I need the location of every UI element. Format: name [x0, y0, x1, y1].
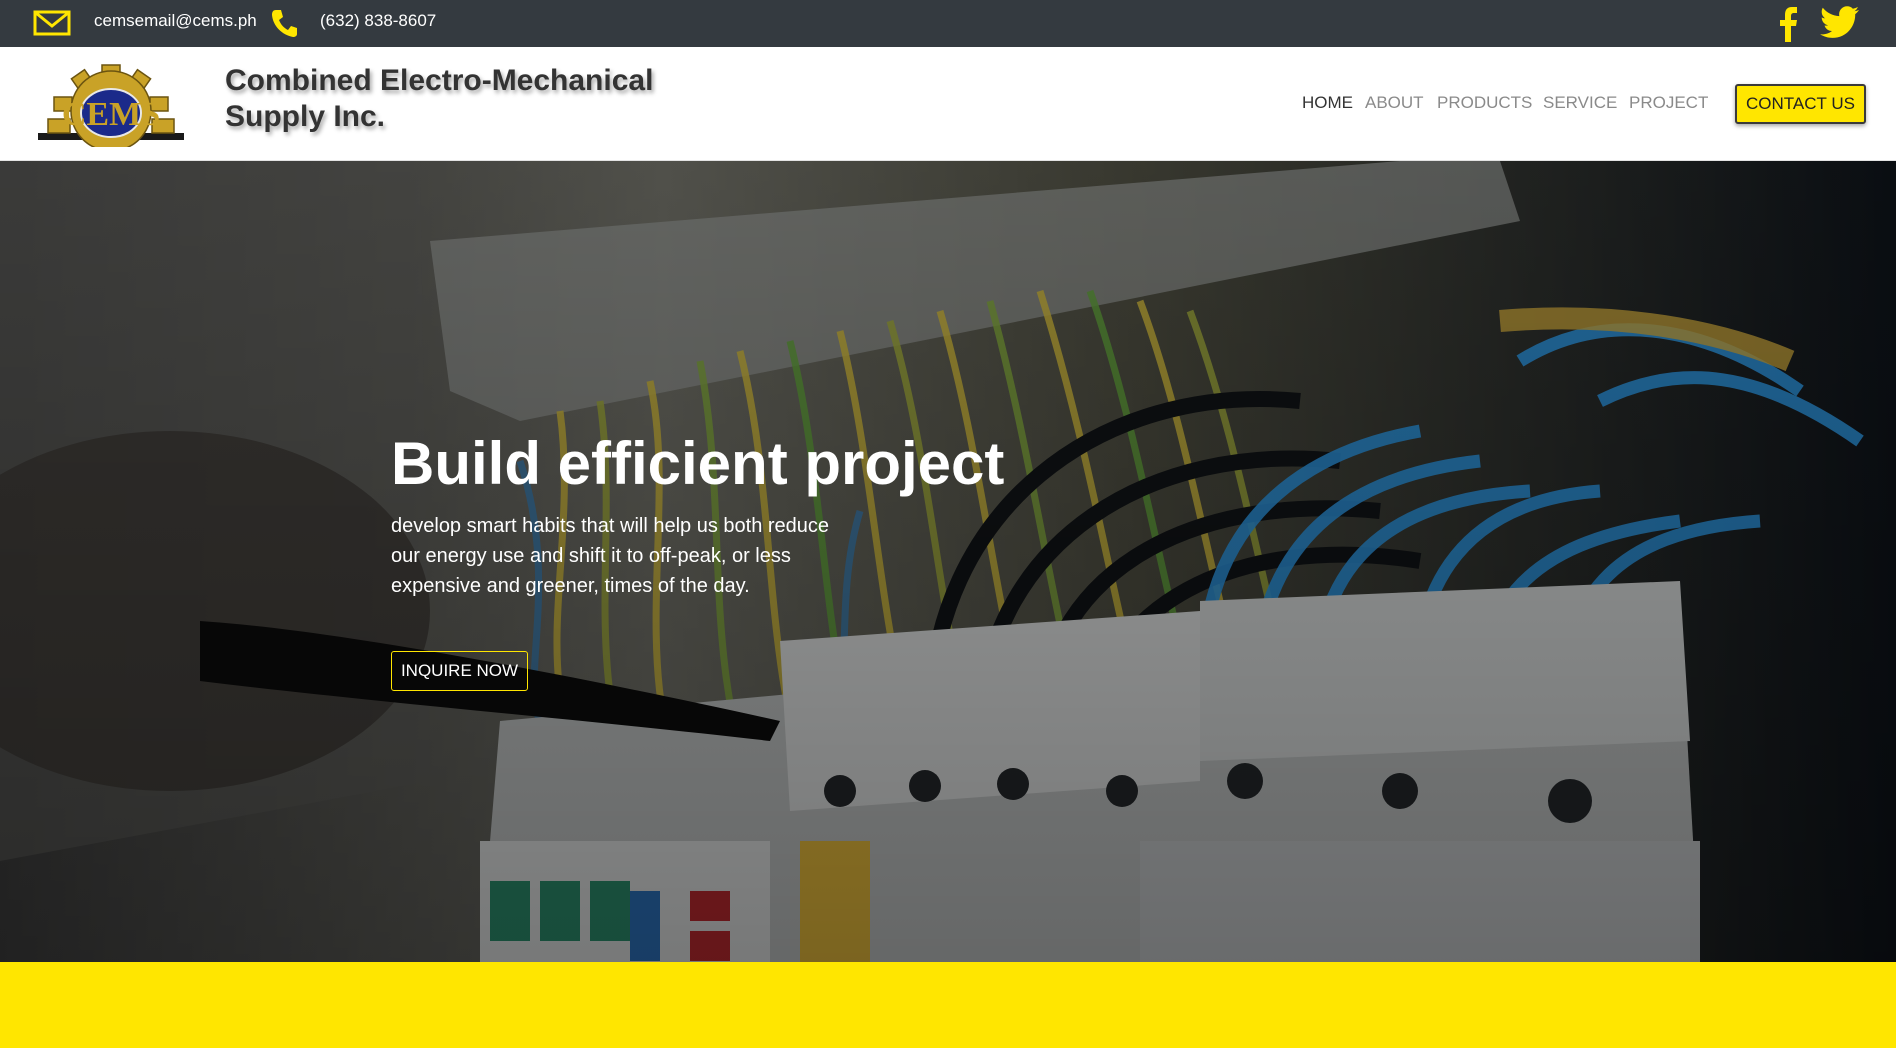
hero-title: Build efficient project — [391, 430, 1005, 497]
facebook-icon[interactable] — [1777, 6, 1799, 47]
brand-line-1: Combined Electro-Mechanical — [225, 64, 654, 97]
nav-service[interactable]: SERVICE — [1543, 92, 1617, 114]
mail-icon[interactable] — [33, 9, 71, 42]
nav-home[interactable]: HOME — [1302, 92, 1353, 114]
company-name[interactable]: Combined Electro-Mechanical Supply Inc. — [225, 63, 653, 135]
hero-section: Build efficient project develop smart ha… — [0, 161, 1896, 962]
nav-project[interactable]: PROJECT — [1629, 92, 1708, 114]
phone-number[interactable]: (632) 838-8607 — [320, 11, 436, 31]
company-logo[interactable]: CEMS — [36, 63, 186, 152]
hero-description: develop smart habits that will help us b… — [391, 515, 830, 597]
hero-background-image — [0, 161, 1896, 962]
contact-us-button[interactable]: CONTACT US — [1735, 84, 1866, 124]
twitter-icon[interactable] — [1820, 6, 1860, 45]
logo-text: CEMS — [62, 96, 160, 133]
inquire-now-button[interactable]: INQUIRE NOW — [391, 651, 528, 691]
phone-icon[interactable] — [270, 8, 298, 43]
yellow-band-section — [0, 962, 1896, 1048]
brand-line-2: Supply Inc. — [225, 100, 386, 133]
nav-about[interactable]: ABOUT — [1365, 92, 1424, 114]
email-link[interactable]: cemsemail@cems.ph — [94, 11, 257, 31]
nav-products[interactable]: PRODUCTS — [1437, 92, 1532, 114]
top-bar: cemsemail@cems.ph (632) 838-8607 — [0, 0, 1896, 47]
site-header: CEMS Combined Electro-Mechanical Supply … — [0, 47, 1896, 161]
